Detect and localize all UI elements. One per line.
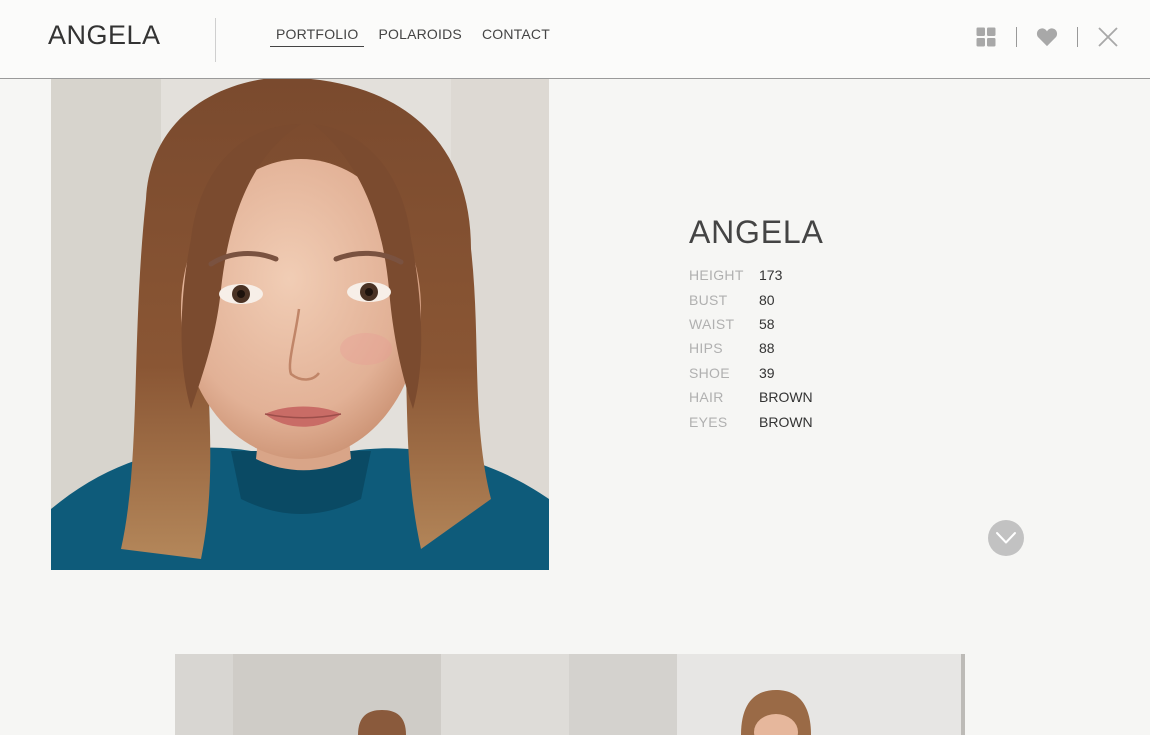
gallery-photo-panel[interactable] [569, 654, 677, 735]
stat-value: BROWN [759, 413, 813, 430]
stat-label: HIPS [689, 340, 723, 357]
stat-row-height: HEIGHT 173 [689, 263, 813, 287]
nav-contact[interactable]: CONTACT [476, 26, 556, 47]
stat-label: BUST [689, 291, 728, 308]
chevron-down-icon [996, 532, 1016, 544]
stat-value: 58 [759, 315, 775, 332]
gallery-photo-panel[interactable] [233, 654, 441, 735]
model-info: ANGELA HEIGHT 173 BUST 80 WAIST 58 HIPS … [689, 214, 824, 434]
brand-logo[interactable]: ANGELA [48, 20, 161, 51]
stat-row-shoe: SHOE 39 [689, 361, 813, 385]
gallery-strip [175, 654, 965, 735]
site-header: ANGELA PORTFOLIO POLAROIDS CONTACT [0, 0, 1150, 79]
gallery-photo-panel[interactable] [175, 654, 233, 735]
stat-row-eyes: EYES BROWN [689, 409, 813, 433]
measurements-table: HEIGHT 173 BUST 80 WAIST 58 HIPS 88 SHOE… [689, 263, 813, 434]
grid-icon[interactable] [974, 25, 998, 49]
stat-label: EYES [689, 413, 728, 430]
icon-separator [1077, 27, 1078, 47]
stat-value: 80 [759, 291, 775, 308]
brand-divider [215, 18, 216, 62]
stat-label: WAIST [689, 315, 735, 332]
gallery-photo-panel[interactable] [677, 654, 961, 735]
stat-row-bust: BUST 80 [689, 287, 813, 311]
stat-label: HAIR [689, 389, 724, 406]
icon-separator [1016, 27, 1017, 47]
stat-value: 88 [759, 340, 775, 357]
header-actions [974, 25, 1120, 49]
stat-label: HEIGHT [689, 267, 744, 284]
close-icon[interactable] [1096, 25, 1120, 49]
heart-icon[interactable] [1035, 25, 1059, 49]
nav-portfolio[interactable]: PORTFOLIO [270, 26, 365, 47]
nav-polaroids[interactable]: POLAROIDS [372, 26, 468, 47]
stat-value: BROWN [759, 389, 813, 406]
model-name: ANGELA [689, 214, 824, 250]
stat-value: 173 [759, 267, 783, 284]
stat-row-hips: HIPS 88 [689, 336, 813, 360]
scroll-down-button[interactable] [988, 520, 1024, 556]
stat-row-hair: HAIR BROWN [689, 385, 813, 409]
stat-row-waist: WAIST 58 [689, 312, 813, 336]
gallery-photo-panel[interactable] [441, 654, 569, 735]
stat-label: SHOE [689, 364, 730, 381]
portrait-photo [51, 79, 549, 570]
main-nav: PORTFOLIO POLAROIDS CONTACT [270, 26, 564, 47]
stat-value: 39 [759, 364, 775, 381]
